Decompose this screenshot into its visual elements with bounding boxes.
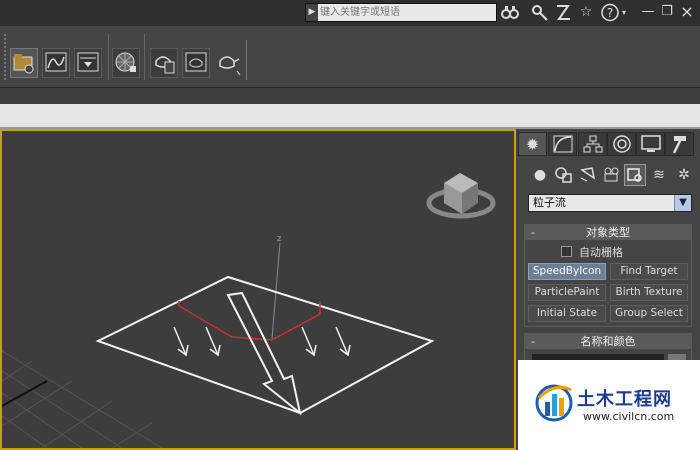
tab-hierarchy[interactable] (578, 132, 607, 156)
star-tool-icon[interactable] (553, 3, 573, 22)
speedbyicon-button[interactable]: SpeedByIcon (528, 263, 606, 280)
cameras-icon[interactable] (601, 164, 623, 186)
watermark-title: 土木工程网 (577, 389, 672, 410)
direction-arrow-icon (226, 291, 302, 416)
name-color-title: 名称和颜色 (580, 335, 636, 348)
lights-icon[interactable] (577, 164, 599, 186)
systems-icon[interactable]: ✲ (673, 164, 695, 186)
help-icon[interactable]: ? (600, 3, 620, 22)
helpers-icon[interactable] (624, 164, 646, 186)
minimize-button[interactable]: — (641, 4, 655, 20)
grid-axis-line (2, 380, 48, 407)
object-type-rollout-header[interactable]: - 对象类型 (525, 225, 691, 240)
viewport-scene: z (2, 173, 496, 448)
watermark-url: www.civilcn.com (583, 410, 675, 423)
render-frame-window-icon (185, 52, 207, 72)
tab-display[interactable] (636, 132, 665, 156)
display-monitor-icon (640, 135, 661, 152)
favorite-star-icon[interactable]: ☆ (576, 3, 596, 22)
curve-editor-icon (45, 52, 67, 72)
render-frame-window-button[interactable] (182, 48, 210, 78)
tab-motion[interactable] (607, 132, 636, 156)
render-production-button[interactable] (214, 48, 242, 78)
help-dropdown-icon[interactable]: ▾ (619, 3, 629, 22)
scene-explorer-icon (13, 54, 34, 74)
create-gear-icon: ✹ (525, 135, 540, 154)
speedbyicon-gizmo-plane[interactable] (95, 275, 435, 415)
chevron-down-icon[interactable]: ▼ (674, 195, 691, 211)
z-axis-label: z (277, 234, 281, 243)
material-editor-button[interactable] (112, 48, 140, 78)
search-expand-arrow-icon[interactable]: ▶ (306, 4, 318, 21)
schematic-view-button[interactable] (74, 48, 102, 78)
restore-button[interactable]: ❐ (660, 4, 674, 20)
search-box[interactable]: ▶ (305, 3, 497, 22)
object-type-title: 对象类型 (586, 226, 630, 239)
initial-state-button[interactable]: Initial State (528, 305, 606, 322)
ribbon-panel (0, 104, 700, 129)
motion-icon (612, 135, 631, 153)
name-color-rollout-header[interactable]: - 名称和颜色 (525, 334, 691, 349)
schematic-view-icon (77, 52, 99, 72)
geometry-sphere-icon[interactable]: ● (529, 164, 551, 186)
main-toolbar (0, 26, 700, 88)
search-input[interactable] (320, 4, 492, 21)
binoculars-icon[interactable] (500, 3, 520, 22)
category-dropdown-value: 粒子流 (533, 196, 566, 209)
render-setup-icon (155, 56, 175, 74)
small-direction-arrows (173, 326, 351, 357)
birth-texture-button[interactable]: Birth Texture (610, 284, 688, 301)
modify-icon (553, 135, 572, 153)
toolbar-separator (144, 34, 145, 80)
home-grid (2, 350, 163, 448)
tab-utilities[interactable] (665, 132, 694, 156)
particlepaint-button[interactable]: ParticlePaint (528, 284, 606, 301)
key-icon[interactable] (530, 3, 550, 22)
civilcn-logo (533, 380, 575, 422)
help-label: ? (607, 6, 613, 20)
category-dropdown[interactable]: 粒子流 ▼ (528, 194, 692, 212)
toolbar-end-separator (246, 40, 247, 80)
collapse-minus-icon: - (531, 226, 535, 239)
shapes-icon[interactable] (553, 164, 575, 186)
scene-explorer-button[interactable] (10, 48, 38, 78)
perspective-viewport[interactable]: z (0, 129, 516, 450)
material-editor-icon (115, 52, 136, 72)
render-setup-button[interactable] (150, 48, 178, 78)
auto-grid-label: 自动栅格 (579, 246, 623, 259)
viewcube[interactable] (426, 173, 496, 219)
tab-create[interactable]: ✹ (518, 132, 547, 156)
curve-editor-button[interactable] (42, 48, 70, 78)
space-warps-icon[interactable]: ≋ (648, 164, 670, 186)
close-button[interactable]: × (680, 4, 694, 20)
tab-modify[interactable] (548, 132, 577, 156)
group-select-button[interactable]: Group Select (610, 305, 688, 322)
find-target-button[interactable]: Find Target (610, 263, 688, 280)
collapse-minus-icon: - (531, 335, 535, 348)
render-teapot-icon (219, 56, 241, 76)
auto-grid-checkbox[interactable] (561, 246, 572, 257)
hierarchy-icon (583, 135, 602, 153)
ribbon-strip (0, 88, 700, 104)
hammer-icon (672, 136, 686, 154)
toolbar-separator (108, 34, 109, 80)
